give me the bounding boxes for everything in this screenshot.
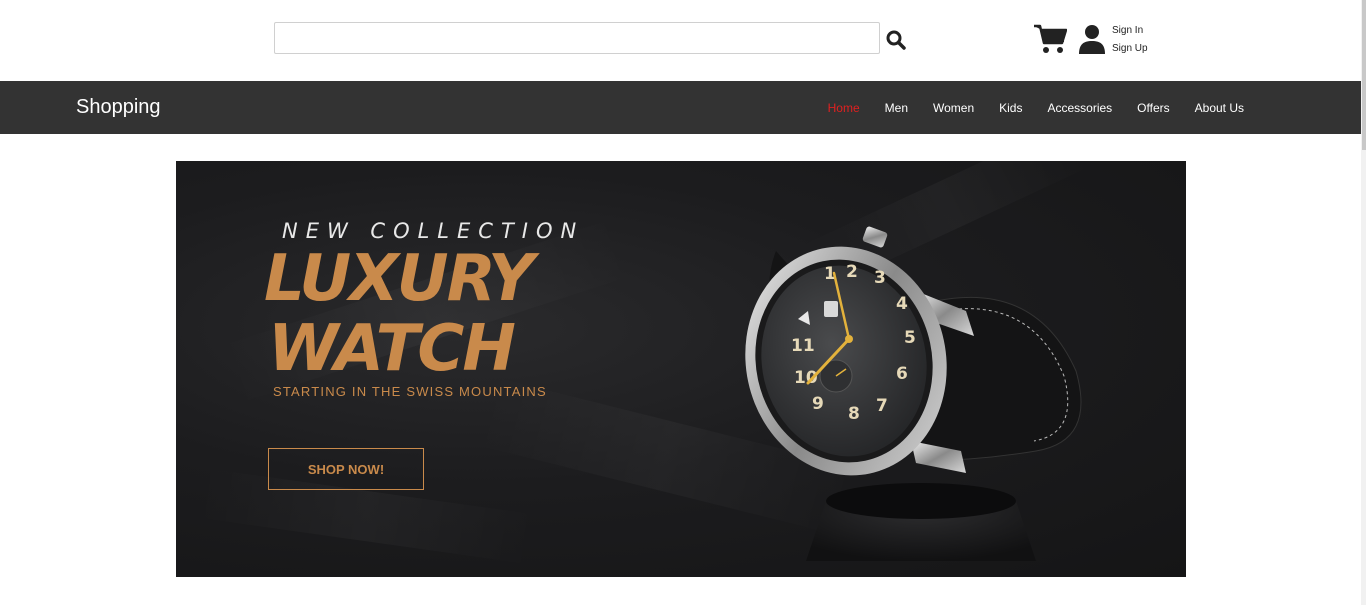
dial-numeral: 8 [848,404,860,424]
nav-kids[interactable]: Kids [999,101,1022,115]
nav-offers[interactable]: Offers [1137,101,1169,115]
sign-in-link[interactable]: Sign In [1112,22,1148,40]
dial-numeral: 5 [904,328,916,348]
dial-numeral: 2 [846,262,858,282]
dial-numeral: 11 [791,336,815,356]
shop-now-button[interactable]: SHOP NOW! [268,448,424,490]
dial-numeral: 4 [896,294,908,314]
user-icon[interactable] [1078,24,1106,54]
brand-logo[interactable]: Shopping [76,96,161,119]
banner-headline-watch: WATCH [268,312,516,386]
nav-about-us[interactable]: About Us [1195,101,1244,115]
scrollbar-thumb[interactable] [1362,0,1366,150]
dial-numeral: 3 [874,268,886,288]
main-navbar: Shopping Home Men Women Kids Accessories… [0,81,1361,134]
watch-product-image: 1 2 3 4 5 6 7 8 9 10 11 [745,226,1082,561]
cart-icon[interactable] [1033,23,1068,55]
search-icon[interactable] [884,28,908,52]
nav-links: Home Men Women Kids Accessories Offers A… [803,81,1244,134]
nav-home[interactable]: Home [828,101,860,115]
dial-numeral: 9 [812,394,824,414]
hero-banner[interactable]: NEW COLLECTION LUXURY WATCH STARTING IN … [176,161,1186,577]
nav-men[interactable]: Men [885,101,908,115]
banner-eyebrow: NEW COLLECTION [282,219,585,243]
nav-accessories[interactable]: Accessories [1047,101,1112,115]
sign-up-link[interactable]: Sign Up [1112,40,1148,58]
top-bar: Sign In Sign Up [0,0,1366,81]
dial-numeral: 6 [896,364,908,384]
search-input[interactable] [274,22,880,54]
banner-tagline: STARTING IN THE SWISS MOUNTAINS [273,384,547,399]
dial-numeral: 7 [876,396,888,416]
banner-headline-luxury: LUXURY [264,242,534,316]
nav-women[interactable]: Women [933,101,974,115]
auth-links: Sign In Sign Up [1112,22,1148,58]
